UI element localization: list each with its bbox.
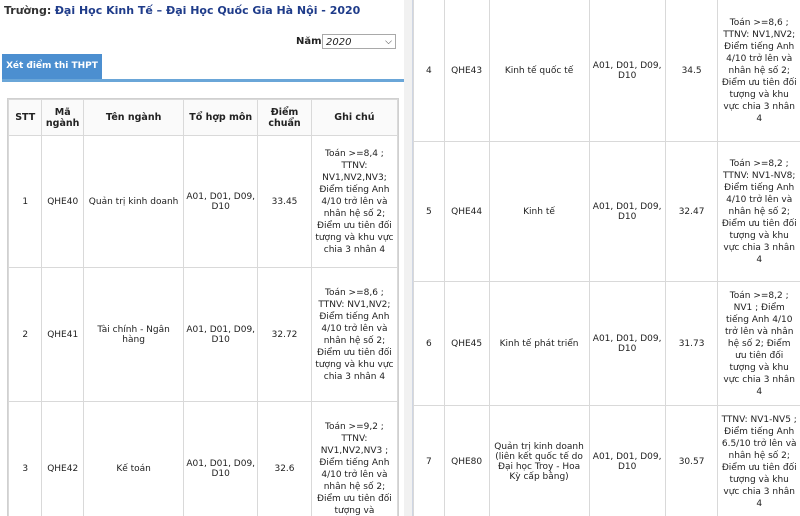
cell-score: 31.73 [664, 281, 719, 406]
cell-score: 32.47 [664, 141, 719, 282]
table-row: 4 QHE43 Kinh tế quốc tế A01, D01, D09, D… [413, 0, 800, 142]
cell-note: Toán >=8,6 ; TTNV: NV1,NV2; Điểm tiếng A… [717, 0, 800, 142]
cell-score: 32.6 [257, 401, 312, 516]
cell-name: Tài chính - Ngân hàng [82, 267, 185, 402]
cell-note: Toán >=8,2 ; NV1 ; Điểm tiếng Anh 4/10 t… [717, 281, 800, 406]
cell-name: Quản trị kinh doanh [82, 135, 185, 268]
cell-code: QHE40 [41, 135, 84, 268]
table-row: 1 QHE40 Quản trị kinh doanh A01, D01, D0… [7, 135, 399, 268]
cell-note: Toán >=8,6 ; TTNV: NV1,NV2; Điểm tiếng A… [310, 267, 399, 402]
cell-note: Toán >=8,4 ; TTNV: NV1,NV2,NV3; Điểm tiế… [310, 135, 399, 268]
benchmark-table-left: STT Mã ngành Tên ngành Tổ hợp môn Điểm c… [7, 98, 399, 516]
cell-code: QHE42 [41, 401, 84, 516]
school-name-link[interactable]: Đại Học Kinh Tế – Đại Học Quốc Gia Hà Nộ… [55, 4, 361, 17]
year-select-value: 2020 [326, 37, 352, 48]
cell-score: 33.45 [257, 135, 312, 268]
header-score: Điểm chuẩn [257, 99, 312, 136]
header-code: Mã ngành [41, 99, 84, 136]
table-row: 3 QHE42 Kế toán A01, D01, D09, D10 32.6 … [7, 401, 399, 516]
benchmark-table-right: 4 QHE43 Kinh tế quốc tế A01, D01, D09, D… [413, 0, 800, 516]
table-row: 7 QHE80 Quản trị kinh doanh (liên kết qu… [413, 405, 800, 516]
panel-divider [404, 0, 412, 516]
cell-stt: 1 [7, 135, 43, 268]
table-header-row: STT Mã ngành Tên ngành Tổ hợp môn Điểm c… [7, 99, 399, 136]
cell-combo: A01, D01, D09, D10 [588, 281, 666, 406]
left-panel: Trường: Đại Học Kinh Tế – Đại Học Quốc G… [0, 0, 404, 516]
cell-combo: A01, D01, D09, D10 [183, 267, 259, 402]
header-note: Ghi chú [310, 99, 399, 136]
header-name: Tên ngành [82, 99, 185, 136]
cell-name: Kinh tế phát triển [488, 281, 590, 406]
cell-code: QHE44 [443, 141, 490, 282]
table-row: 2 QHE41 Tài chính - Ngân hàng A01, D01, … [7, 267, 399, 402]
cell-code: QHE41 [41, 267, 84, 402]
chevron-down-icon: ⌵ [385, 37, 392, 47]
cell-stt: 6 [413, 281, 445, 406]
cell-code: QHE45 [443, 281, 490, 406]
cell-name: Kinh tế [488, 141, 590, 282]
cell-stt: 7 [413, 405, 445, 516]
header-stt: STT [7, 99, 43, 136]
right-panel: 4 QHE43 Kinh tế quốc tế A01, D01, D09, D… [412, 0, 800, 516]
cell-combo: A01, D01, D09, D10 [588, 0, 666, 142]
cell-name: Quản trị kinh doanh (liên kết quốc tế do… [488, 405, 590, 516]
cell-score: 30.57 [664, 405, 719, 516]
cell-stt: 5 [413, 141, 445, 282]
header-combo: Tổ hợp môn [183, 99, 259, 136]
cell-combo: A01, D01, D09, D10 [183, 401, 259, 516]
cell-code: QHE43 [443, 0, 490, 142]
cell-combo: A01, D01, D09, D10 [588, 141, 666, 282]
cell-combo: A01, D01, D09, D10 [588, 405, 666, 516]
tab-bar: Xét điểm thi THPT [2, 54, 404, 82]
cell-name: Kế toán [82, 401, 185, 516]
cell-score: 32.72 [257, 267, 312, 402]
table-row: 6 QHE45 Kinh tế phát triển A01, D01, D09… [413, 281, 800, 406]
cell-stt: 3 [7, 401, 43, 516]
school-label: Trường: [4, 4, 52, 17]
cell-stt: 4 [413, 0, 445, 142]
cell-note: Toán >=8,2 ; TTNV: NV1-NV8; Điểm tiếng A… [717, 141, 800, 282]
cell-stt: 2 [7, 267, 43, 402]
cell-combo: A01, D01, D09, D10 [183, 135, 259, 268]
table-row: 5 QHE44 Kinh tế A01, D01, D09, D10 32.47… [413, 141, 800, 282]
cell-note: TTNV: NV1-NV5 ; Điểm tiếng Anh 6.5/10 tr… [717, 405, 800, 516]
tab-thpt-score[interactable]: Xét điểm thi THPT [2, 54, 102, 79]
cell-name: Kinh tế quốc tế [488, 0, 590, 142]
cell-code: QHE80 [443, 405, 490, 516]
year-select[interactable]: 2020 ⌵ [322, 34, 396, 49]
cell-note: Toán >=9,2 ; TTNV: NV1,NV2,NV3 ; Điểm ti… [310, 401, 399, 516]
cell-score: 34.5 [664, 0, 719, 142]
school-heading: Trường: Đại Học Kinh Tế – Đại Học Quốc G… [4, 4, 360, 17]
